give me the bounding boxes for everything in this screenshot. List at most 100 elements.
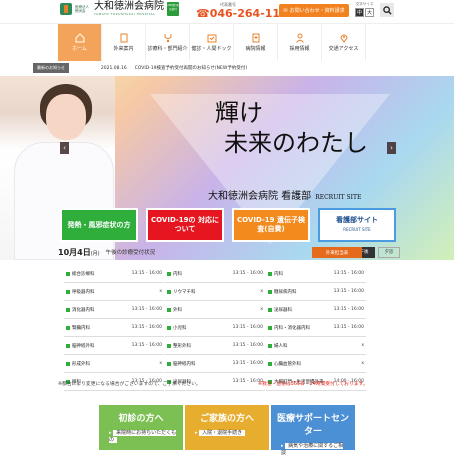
building-icon xyxy=(252,33,259,43)
hero-buttons: 発熱・風邪症状の方 COVID-19の 対応について COVID-19 遺伝子検… xyxy=(60,208,396,242)
family-card[interactable]: ご家族の方へ ▸ 入院・退院手続き xyxy=(185,405,269,450)
reception-time: x xyxy=(159,361,162,366)
search-icon xyxy=(382,5,392,15)
status-dot-icon xyxy=(167,343,171,348)
nav-outpatient[interactable]: 外来案内 xyxy=(102,24,146,61)
department-name: 腎臓内科 xyxy=(72,325,90,331)
nursing-site-button[interactable]: 看護部サイト RECRUIT SITE xyxy=(318,208,396,242)
reception-time: x xyxy=(361,343,364,348)
header: 医療法人 徳洲会 大和徳洲会病院 YAMATO TOKUSHUKAI HOSPI… xyxy=(0,0,454,24)
logo-sub: 医療法人 徳洲会 xyxy=(75,5,89,13)
logo-en: YAMATO TOKUSHUKAI HOSPITAL xyxy=(94,12,156,16)
schedule-cell: 糖尿病内科 13:15 - 16:00 xyxy=(266,283,366,301)
tab-evening[interactable]: 夕診 xyxy=(378,246,400,258)
font-size-large-button[interactable]: 大 xyxy=(365,8,374,17)
schedule-cell: 脳神経外科 13:15 - 16:00 xyxy=(64,337,164,355)
covid-gene-test-button[interactable]: COVID-19 遺伝子検査(自費) xyxy=(232,208,310,242)
reception-time: 13:15 - 16:00 xyxy=(333,289,364,294)
font-size-control: 文字サイズ 中 大 xyxy=(355,2,374,17)
department-name: 外科 xyxy=(173,307,182,313)
department-name: 心臓血管外科 xyxy=(274,361,301,367)
schedule-cell: 内科 13:15 - 16:00 xyxy=(266,265,366,283)
news-tag[interactable]: 最新のお知らせ xyxy=(33,63,69,73)
status-dot-icon xyxy=(66,343,70,348)
reception-time: 13:15 - 16:00 xyxy=(131,343,162,348)
department-name: 脳神経外科 xyxy=(72,343,95,349)
hospital-logo[interactable]: 医療法人 徳洲会 大和徳洲会病院 YAMATO TOKUSHUKAI HOSPI… xyxy=(60,2,179,16)
main-nav: ホーム 外来案内 診療科・部門紹介 健診・人間ドック 病院情報 採用情報 交通ア… xyxy=(0,24,454,61)
reception-time: 13:15 - 16:00 xyxy=(333,325,364,330)
status-dot-icon xyxy=(268,325,272,330)
phone-icon: ☎ xyxy=(196,7,210,20)
status-dot-icon xyxy=(167,325,171,330)
first-visit-card[interactable]: 初診の方へ ▸ 来院時にお持ちいただくもの xyxy=(99,405,183,450)
news-link[interactable]: COVID-19検査予約受付再開のお知らせ(NEW予約受付) xyxy=(135,65,247,71)
schedule-cell: 泌尿器科 13:15 - 16:00 xyxy=(266,301,366,319)
news-bar: 最新のお知らせ 2021.08.16 COVID-19検査予約受付再開のお知らせ… xyxy=(0,61,454,75)
bottom-links: 初診の方へ ▸ 来院時にお持ちいただくもの ご家族の方へ ▸ 入院・退院手続き … xyxy=(99,405,355,456)
schedule-cell: 消化器内科 13:15 - 16:00 xyxy=(64,301,164,319)
person-icon xyxy=(295,33,304,43)
hospital-emblem-icon xyxy=(60,3,72,15)
font-size-medium-button[interactable]: 中 xyxy=(355,8,364,17)
hero-tagline-2: 未来のわたし xyxy=(224,129,368,157)
status-dot-icon xyxy=(268,271,272,276)
schedule-cell: 脳神経内科 13:15 - 16:00 xyxy=(165,355,265,373)
nav-checkup[interactable]: 健診・人間ドック xyxy=(190,24,234,61)
status-dot-icon xyxy=(66,271,70,276)
schedule-cell: 小児科 13:15 - 16:00 xyxy=(165,319,265,337)
nav-recruit[interactable]: 採用情報 xyxy=(278,24,322,61)
nav-departments[interactable]: 診療科・部門紹介 xyxy=(146,24,190,61)
reception-time: x xyxy=(159,289,162,294)
schedule-cell: 婦人科 x xyxy=(266,337,366,355)
department-name: 内科 xyxy=(274,271,283,277)
schedule-cell: 外科 x xyxy=(165,301,265,319)
chevron-right-icon: › xyxy=(390,144,393,152)
department-name: 婦人科 xyxy=(274,343,288,349)
search-button[interactable] xyxy=(380,3,394,17)
department-name: 総合診療科 xyxy=(72,271,95,277)
reception-time: 13:15 - 16:00 xyxy=(232,343,263,348)
schedule-note: ※都合により変更になる場合がございますので、ご了承ください。 xyxy=(58,382,201,387)
nav-home[interactable]: ホーム xyxy=(58,24,102,61)
mail-icon: ✉ xyxy=(283,7,288,14)
nav-hospital-info[interactable]: 病院情報 xyxy=(234,24,278,61)
reception-time: 13:15 - 16:00 xyxy=(232,325,263,330)
department-name: 小児科 xyxy=(173,325,187,331)
schedule-grid: 総合診療科 13:15 - 16:00 内科 13:15 - 16:00 内科 13:15… xyxy=(64,265,366,391)
status-dot-icon xyxy=(268,307,272,312)
slider-next-button[interactable]: › xyxy=(387,142,396,154)
outpatient-schedule-button[interactable]: 外来担当表 xyxy=(312,247,362,258)
schedule-cell: 内科・消化器内科 13:15 - 16:00 xyxy=(266,319,366,337)
fever-symptoms-button[interactable]: 発熱・風邪症状の方 xyxy=(60,208,138,242)
nav-access[interactable]: 交通アクセス xyxy=(322,24,366,61)
schedule-cell: 整形外科 13:15 - 16:00 xyxy=(165,337,265,355)
contact-button[interactable]: ✉ お問い合わせ・資料請求 xyxy=(279,4,349,17)
covid-response-button[interactable]: COVID-19の 対応について xyxy=(146,208,224,242)
schedule-cell: 腎臓内科 13:15 - 16:00 xyxy=(64,319,164,337)
status-dot-icon xyxy=(66,307,70,312)
status-dot-icon xyxy=(167,271,171,276)
schedule-date: 10月4日(月) xyxy=(58,247,100,257)
schedule-cell: 総合診療科 13:15 - 16:00 xyxy=(64,265,164,283)
reception-time: x xyxy=(260,289,263,294)
reception-time: 13:15 - 16:00 xyxy=(131,325,162,330)
font-size-label: 文字サイズ xyxy=(355,2,374,6)
stethoscope-icon xyxy=(164,34,171,43)
schedule-cell: 呼吸器内科 x xyxy=(64,283,164,301)
reception-time: x xyxy=(260,307,263,312)
hero-tagline-1: 輝け xyxy=(215,99,263,127)
status-dot-icon xyxy=(66,361,70,366)
clipboard-icon xyxy=(120,33,127,43)
status-dot-icon xyxy=(167,307,171,312)
slider-prev-button[interactable]: ‹ xyxy=(60,142,69,154)
status-dot-icon xyxy=(167,361,171,366)
department-name: 呼吸器内科 xyxy=(72,289,95,295)
status-dot-icon xyxy=(268,361,272,366)
reception-time: 13:15 - 16:00 xyxy=(131,307,162,312)
checkup-icon xyxy=(207,34,216,43)
hero-slider: 輝け 未来のわたし 大和徳洲会病院 看護部 RECRUIT SITE ‹ › 発熱… xyxy=(0,76,454,260)
status-dot-icon xyxy=(66,325,70,330)
medical-support-card[interactable]: 医療サポートセンター ▸ 病気や治療に関するご相談 xyxy=(271,405,355,456)
department-name: 形成外科 xyxy=(72,361,90,367)
